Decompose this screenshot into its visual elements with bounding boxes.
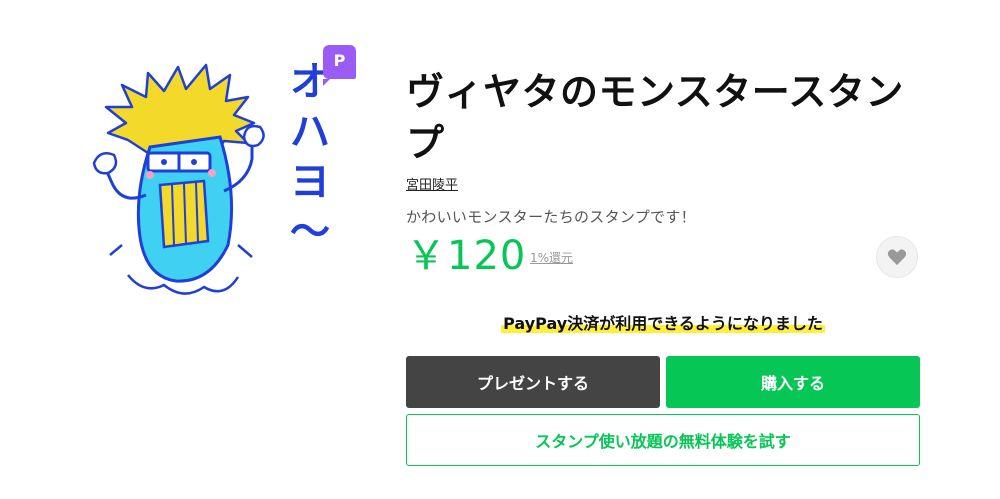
- monster-sticker-illustration: オ ハ ヨ 〜: [92, 59, 330, 295]
- buy-button[interactable]: 購入する: [666, 356, 920, 408]
- free-trial-button[interactable]: スタンプ使い放題の無料体験を試す: [406, 414, 920, 466]
- premium-badge: P: [323, 45, 356, 86]
- author-link[interactable]: 宮田陵平: [406, 174, 458, 193]
- price: ￥120: [406, 233, 527, 279]
- present-button[interactable]: プレゼントする: [406, 356, 660, 408]
- heart-icon: [887, 249, 907, 265]
- svg-text:〜: 〜: [290, 209, 330, 255]
- svg-text:ヨ: ヨ: [290, 159, 330, 205]
- product-description: かわいいモンスターたちのスタンプです！: [406, 208, 696, 226]
- sticker-image: オ ハ ヨ 〜: [88, 45, 360, 305]
- reward-link[interactable]: 1%還元: [530, 249, 573, 266]
- page-title: ヴィヤタのモンスタースタンプ: [406, 70, 904, 165]
- paypay-notice-text: PayPay決済が利用できるようになりました: [501, 314, 825, 333]
- svg-text:ハ: ハ: [290, 109, 330, 155]
- favorite-button[interactable]: [876, 236, 918, 278]
- paypay-notice: PayPay決済が利用できるようになりました: [406, 310, 920, 334]
